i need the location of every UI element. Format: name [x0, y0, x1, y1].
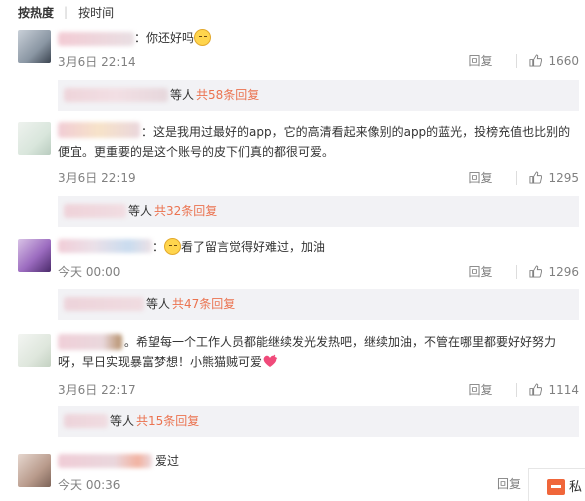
divider — [516, 264, 518, 279]
replier-names-blurred — [64, 414, 108, 428]
comment-item: ：你还好吗 3月6日 22:14 回复 1660 等人 共58条回复 — [0, 26, 585, 116]
reply-summary[interactable]: 等人 共15条回复 — [58, 406, 579, 437]
divider — [516, 53, 518, 68]
reply-button[interactable]: 回复 — [468, 52, 516, 69]
reply-summary[interactable]: 等人 共47条回复 — [58, 289, 579, 320]
comment-time: 3月6日 22:14 — [58, 55, 136, 69]
reply-summary[interactable]: 等人 共58条回复 — [58, 80, 579, 111]
reply-summary[interactable]: 等人 共32条回复 — [58, 196, 579, 227]
view-replies-link[interactable]: 共47条回复 — [172, 297, 235, 311]
avatar[interactable] — [18, 454, 51, 487]
sort-by-time-tab[interactable]: 按时间 — [78, 4, 114, 21]
view-replies-link[interactable]: 共58条回复 — [196, 88, 259, 102]
avatar[interactable] — [18, 30, 51, 63]
username-blurred[interactable] — [58, 32, 134, 46]
view-replies-link[interactable]: 共15条回复 — [136, 414, 199, 428]
comment-text: ：看了留言觉得好难过，加油 — [152, 238, 326, 255]
emoji-icon — [194, 29, 212, 46]
comment-item: 爱过 今天 00:36 回复 — [0, 450, 585, 501]
reply-button[interactable]: 回复 — [497, 475, 521, 492]
replier-names-blurred — [64, 88, 168, 102]
thumbs-up-icon — [529, 383, 543, 396]
tab-separator: | — [64, 5, 69, 19]
private-message-button[interactable]: 私 — [528, 468, 585, 501]
message-icon — [547, 479, 565, 495]
reply-button[interactable]: 回复 — [468, 263, 516, 280]
like-button[interactable]: 1295 — [529, 171, 579, 185]
reply-summary-text: 等人 共58条回复 — [170, 88, 260, 102]
like-count: 1114 — [548, 382, 579, 397]
avatar[interactable] — [18, 334, 51, 367]
private-message-label: 私 — [569, 480, 583, 495]
reply-summary-text: 等人 共32条回复 — [128, 204, 218, 218]
avatar[interactable] — [18, 239, 51, 272]
username-blurred[interactable] — [58, 239, 152, 253]
comment-time: 3月6日 22:17 — [58, 383, 136, 397]
sort-tabs: 按热度 | 按时间 — [18, 3, 114, 21]
thumbs-up-icon — [529, 171, 543, 184]
comment-actions: 回复 1295 — [468, 169, 579, 186]
reply-button[interactable]: 回复 — [468, 381, 516, 398]
comment-item: 。希望每一个工作人员都能继续发光发热吧，继续加油，不管在哪里都要好好努力呀，早日… — [0, 330, 585, 445]
comment-text: ：你还好吗 — [134, 28, 571, 48]
divider — [516, 170, 518, 185]
comment-item: ：这是我用过最好的app，它的高清看起来像别的app的蓝光，投榜充值也比别的便宜… — [0, 118, 585, 233]
comment-actions: 回复 1114 — [468, 381, 579, 398]
view-replies-link[interactable]: 共32条回复 — [154, 204, 217, 218]
like-count: 1296 — [548, 264, 579, 279]
comment-time: 今天 00:00 — [58, 265, 121, 279]
emoji-icon — [164, 238, 182, 255]
username-blurred[interactable] — [58, 454, 152, 468]
replier-names-blurred — [64, 297, 144, 311]
replier-names-blurred — [64, 204, 126, 218]
comment-text: 爱过 — [155, 454, 180, 468]
reply-summary-text: 等人 共15条回复 — [110, 414, 200, 428]
comment-time: 3月6日 22:19 — [58, 171, 136, 185]
avatar[interactable] — [18, 122, 51, 155]
thumbs-up-icon — [529, 54, 543, 67]
like-button[interactable]: 1660 — [529, 54, 579, 68]
comment-item: ：看了留言觉得好难过，加油 今天 00:00 回复 1296 等人 共47条回复 — [0, 235, 585, 325]
heart-emoji-icon — [263, 354, 278, 367]
reply-summary-text: 等人 共47条回复 — [146, 297, 236, 311]
comment-actions: 回复 1660 — [468, 52, 579, 69]
reply-button[interactable]: 回复 — [468, 169, 516, 186]
thumbs-up-icon — [529, 265, 543, 278]
comment-text: ：这是我用过最好的app，它的高清看起来像别的app的蓝光，投榜充值也比别的便宜… — [58, 125, 571, 159]
like-button[interactable]: 1114 — [529, 383, 579, 397]
comment-time: 今天 00:36 — [58, 478, 121, 492]
like-button[interactable]: 1296 — [529, 265, 579, 279]
like-count: 1295 — [548, 170, 579, 185]
sort-by-hot-tab[interactable]: 按热度 — [18, 4, 54, 21]
divider — [516, 382, 518, 397]
like-count: 1660 — [548, 53, 579, 68]
comment-text: 。希望每一个工作人员都能继续发光发热吧，继续加油，不管在哪里都要好好努力呀，早日… — [58, 335, 557, 369]
comment-actions: 回复 1296 — [468, 263, 579, 280]
comment-actions: 回复 — [497, 475, 521, 492]
